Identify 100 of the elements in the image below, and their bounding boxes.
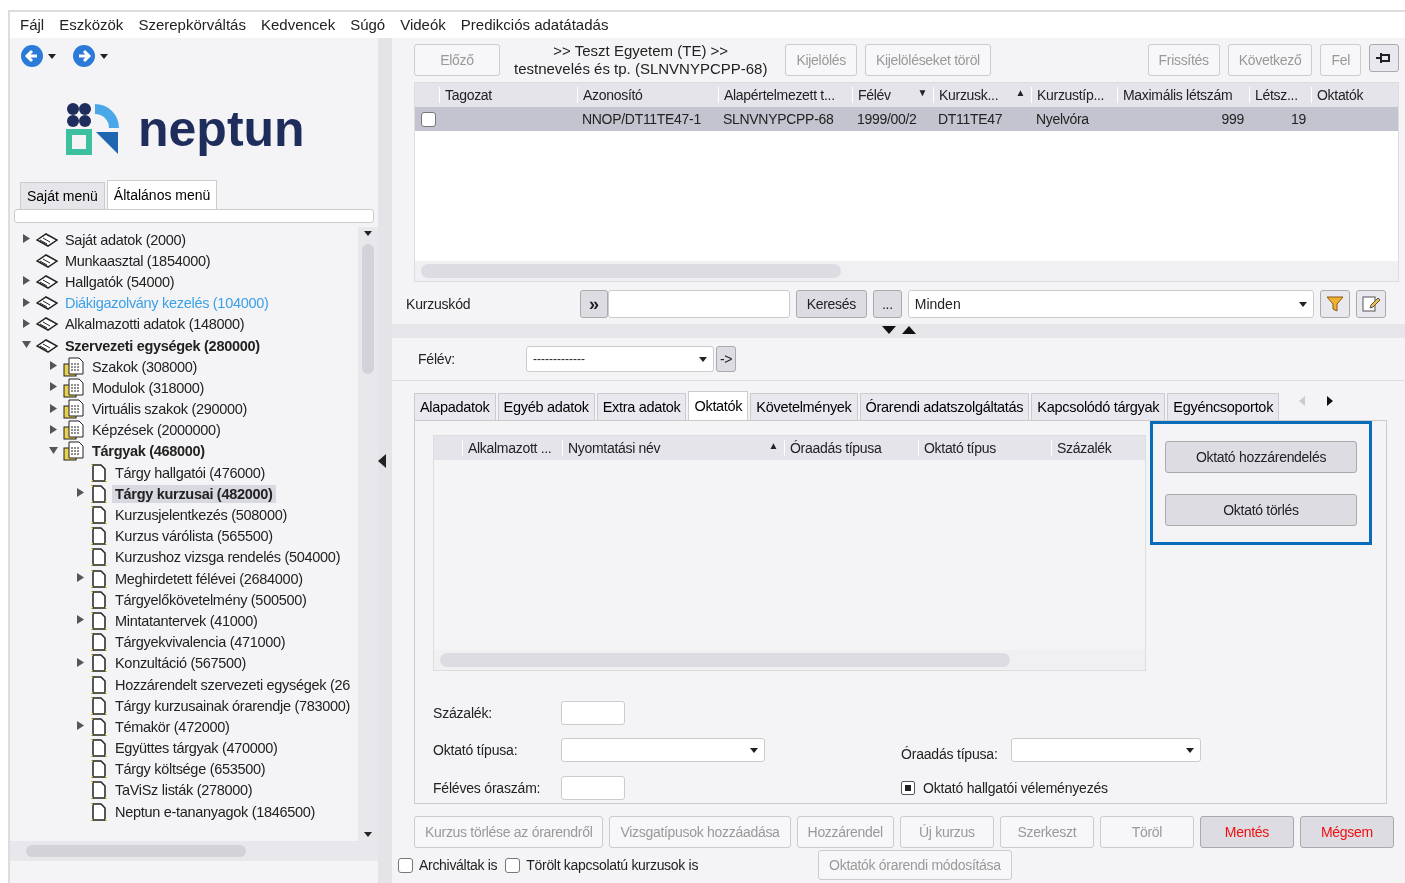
tree-item[interactable]: Kurzus várólista (565500) [112,527,276,546]
tree-item[interactable]: Tárgyelőkövetelmény (500500) [112,590,310,609]
expand-arrow-icon[interactable] [49,382,58,392]
vertical-scrollbar[interactable] [358,227,378,841]
column-header[interactable]: Óraadás típusa [784,440,918,456]
collapse-arrow-icon[interactable] [22,340,31,350]
column-header[interactable]: Nyomtatási név ▲ [562,440,784,456]
menu-item[interactable]: Kedvencek [260,16,336,34]
tree-item[interactable]: Tárgyak (468000) [89,442,208,461]
tab[interactable]: Egyéb adatok [497,393,595,420]
column-header[interactable]: Alkalmazott ... [462,440,562,456]
tree-item[interactable]: Tárgy hallgatói (476000) [112,463,268,482]
column-header[interactable]: Kurzusk... ▲ [933,87,1031,103]
menu-item[interactable]: Fájl [20,16,45,34]
tree-item[interactable]: Munkaasztal (1854000) [62,251,214,270]
tree-item[interactable]: Hallgatók (54000) [62,272,178,291]
row-checkbox[interactable] [421,111,436,127]
teacher-action-button[interactable]: Oktató hozzárendelés [1165,440,1357,473]
apply-button[interactable]: -> [716,346,737,372]
expand-arrow-icon[interactable] [76,657,85,667]
tree-item[interactable]: Mintatantervek (41000) [112,611,261,630]
expand-arrow-icon[interactable] [76,488,85,498]
column-header[interactable]: Oktató típus [918,440,1051,456]
column-header[interactable]: Tagozat [439,87,577,103]
teacher-action-button[interactable]: Oktató törlés [1165,493,1357,526]
tree-item[interactable]: Meghirdetett félévei (2684000) [112,569,306,588]
option-checkbox[interactable]: Archiváltak is [398,857,498,873]
expand-arrow-icon[interactable] [22,297,31,307]
tree-item[interactable]: Tárgy kurzusai (482000) [112,484,276,503]
column-header[interactable]: Félév ▼ [852,87,933,103]
tree-item[interactable]: Hozzárendelt szervezeti egységek (26 [112,675,354,694]
tab[interactable]: Extra adatok [596,393,687,420]
menu-item[interactable]: Eszközök [59,16,124,34]
expand-arrow-icon[interactable] [22,318,31,328]
tab[interactable]: Alapadatok [414,393,496,420]
tree-item[interactable]: Képzések (2000000) [89,421,224,440]
filter-dropdown[interactable]: Minden [907,290,1314,318]
column-header[interactable]: Azonosító [577,87,718,103]
percent-input[interactable] [561,700,625,725]
expand-arrow-icon[interactable] [76,573,85,583]
column-header[interactable]: Alapértelmezett t... [718,87,852,103]
expand-arrow-icon[interactable] [49,424,58,434]
tree-item[interactable]: Modulok (318000) [89,378,208,397]
more-button[interactable]: ... [873,290,902,318]
menu-tab[interactable]: Saját menü [20,182,105,209]
tree-item[interactable]: Szakok (308000) [89,357,201,376]
expand-arrow-icon[interactable] [49,361,58,371]
page-icon [90,716,108,737]
pin-button[interactable] [1369,44,1399,72]
tree-item[interactable]: Tárgy költsége (653500) [112,760,269,779]
column-header[interactable]: Százalék [1051,440,1145,456]
tree-item[interactable]: Neptun e-tananyagok (1846500) [112,802,319,821]
search-button[interactable]: Keresés [795,290,867,318]
menu-item[interactable]: Súgó [350,16,386,34]
collapse-arrow-icon[interactable] [49,445,58,455]
tab[interactable]: Órarendi adatszolgáltatás [859,393,1030,420]
menu-item[interactable]: Predikciós adatátadás [460,16,609,34]
tab[interactable]: Követelmények [750,393,858,420]
tab[interactable]: Oktatók [688,391,749,420]
edit-button[interactable] [1355,290,1386,318]
column-header[interactable]: Maximális létszám [1117,87,1249,103]
tree-item[interactable]: Szervezeti egységek (280000) [62,336,263,355]
option-checkbox[interactable]: Törölt kapcsolatú kurzusok is [505,857,699,873]
menu-item[interactable]: Videók [400,16,446,34]
tree-item[interactable]: Alkalmazotti adatok (148000) [62,315,248,334]
tree-item[interactable]: Együttes tárgyak (470000) [112,739,281,758]
expand-arrow-icon[interactable] [22,276,31,286]
tab[interactable]: Kapcsolódó tárgyak [1031,393,1166,420]
radio-button[interactable] [901,781,915,796]
logo-text: neptun [138,100,305,158]
expand-arrow-icon[interactable] [22,234,31,244]
expand-arrow-icon[interactable] [76,615,85,625]
expand-arrow-icon[interactable] [76,721,85,731]
column-header[interactable]: Kurzustíp... [1031,87,1117,103]
tab[interactable]: Egyéncsoportok [1167,393,1280,420]
menu-tab[interactable]: Általános menü [106,180,218,209]
tree-item[interactable]: Tárgyekvivalencia (471000) [112,633,289,652]
tree-item[interactable]: TaViSz listák (278000) [112,781,256,800]
semester-dropdown[interactable]: ------------- [526,346,714,372]
horizontal-scrollbar[interactable] [10,841,378,861]
horizontal-scrollbar[interactable] [415,261,1398,281]
filter-button[interactable] [1319,290,1350,318]
tree-item[interactable]: Saját adatok (2000) [62,230,189,249]
column-header[interactable]: Létsz... [1249,87,1311,103]
column-header[interactable]: Oktatók [1311,87,1398,103]
tree-item[interactable]: Kurzushoz vizsga rendelés (504000) [112,548,344,567]
tree-item[interactable]: Témakör (472000) [112,717,233,736]
table-row[interactable]: NNOP/DT11TE47-1 SLNVNYPCPP-68 1999/00/2 DT11TE47 Nyelvóra 999 19 [415,107,1398,131]
tree-item[interactable]: Kurzusjelentkezés (508000) [112,506,290,525]
go-button[interactable]: » [580,290,608,318]
menu-item[interactable]: Szerepkörváltás [138,16,246,34]
expand-arrow-icon[interactable] [49,403,58,413]
hours-input[interactable] [561,776,625,801]
course-code-input[interactable] [607,290,790,318]
page-icon [90,568,108,589]
book-icon [36,316,58,333]
tree-item[interactable]: Virtuális szakok (290000) [89,400,251,419]
tree-item[interactable]: Tárgy kurzusainak órarendje (783000) [112,696,354,715]
horizontal-scrollbar[interactable] [434,650,1145,670]
tree-item[interactable]: Konzultáció (567500) [112,654,250,673]
